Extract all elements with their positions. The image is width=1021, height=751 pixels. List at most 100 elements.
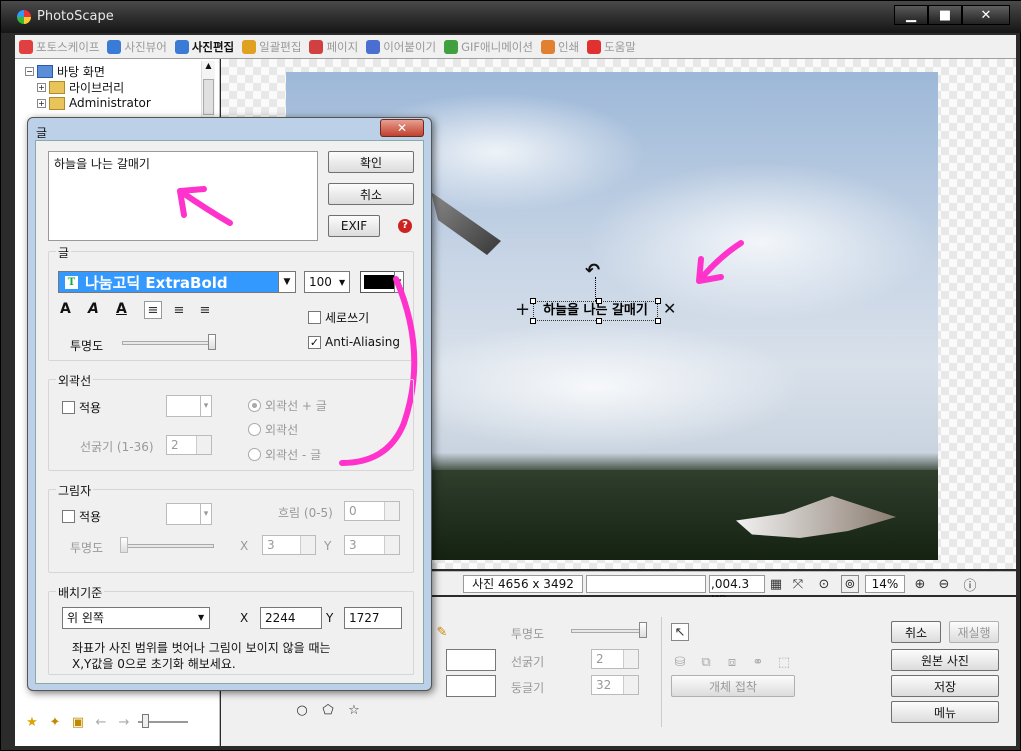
line-style-select[interactable]	[446, 649, 496, 671]
resize-handle[interactable]	[530, 318, 536, 324]
bold-button[interactable]: A	[60, 301, 71, 317]
scroll-up-icon[interactable]: ▲	[202, 61, 215, 70]
object-icon-1[interactable]: ⛁	[671, 653, 689, 671]
tab-2[interactable]: 사진편집	[171, 36, 238, 58]
text-opacity-slider[interactable]	[122, 341, 214, 345]
dialog-close-button[interactable]: ✕	[380, 119, 424, 137]
delete-object-icon[interactable]: ✕	[663, 299, 676, 318]
zoom-actual-icon[interactable]: ⊙	[815, 575, 833, 593]
forward-arrow-icon[interactable]: →	[115, 713, 133, 731]
text-input[interactable]: 하늘을 나는 갈매기	[48, 151, 318, 241]
object-icon-4[interactable]: ⚭	[749, 653, 767, 671]
zoom-in-icon[interactable]: ⊕	[911, 575, 929, 593]
italic-button[interactable]: A	[88, 301, 99, 317]
folder-search-icon[interactable]: ▣	[69, 713, 87, 731]
roundness-spinner[interactable]: 32	[591, 675, 639, 695]
tab-7[interactable]: 인쇄	[537, 36, 583, 58]
line-style-select-2[interactable]	[446, 675, 496, 697]
tab-3[interactable]: 일괄편집	[238, 36, 305, 58]
back-arrow-icon[interactable]: ←	[92, 713, 110, 731]
resize-handle[interactable]	[596, 318, 602, 324]
star-icon[interactable]: ★	[23, 713, 41, 731]
tree-item-desktop[interactable]: − 바탕 화면	[25, 63, 200, 79]
object-icon-2[interactable]: ⧉	[697, 653, 715, 671]
shadow-apply-checkbox[interactable]: 적용	[62, 508, 101, 525]
zoom-out-icon[interactable]: ⊖	[935, 575, 953, 593]
blur-spinner[interactable]: 0	[344, 501, 400, 521]
radio-outline-plus-text[interactable]: 외곽선 + 글	[248, 397, 327, 414]
expand-icon[interactable]: +	[37, 82, 46, 92]
move-handle-icon[interactable]: +	[515, 299, 530, 320]
rotate-stars-icon[interactable]: ✦	[46, 713, 64, 731]
help-icon[interactable]: ?	[398, 219, 412, 233]
tab-8[interactable]: 도움말	[583, 36, 640, 58]
radio-outline-minus-text[interactable]: 외곽선 - 글	[248, 446, 321, 463]
vertical-text-checkbox[interactable]: 세로쓰기	[308, 309, 369, 326]
dialog-cancel-button[interactable]: 취소	[328, 183, 414, 205]
position-y-input[interactable]: 1727	[344, 607, 402, 629]
shadow-color-arrow[interactable]: ▾	[200, 503, 212, 525]
zoom-fit-icon[interactable]: ⊚	[841, 575, 859, 593]
radio-outline-only[interactable]: 외곽선	[248, 421, 298, 438]
close-button[interactable]: ✕	[962, 5, 1010, 25]
info-icon[interactable]: ⓘ	[961, 575, 979, 594]
align-center-icon[interactable]: ≡	[170, 301, 188, 319]
position-x-input[interactable]: 2244	[260, 607, 322, 629]
outline-color-select[interactable]	[166, 395, 202, 417]
tree-item-administrator[interactable]: + Administrator	[25, 95, 200, 111]
thickness-spinner[interactable]: 2	[591, 649, 639, 669]
shadow-y-spinner[interactable]: 3	[344, 535, 400, 555]
scroll-thumb[interactable]	[203, 79, 214, 115]
text-opacity-thumb[interactable]	[208, 334, 216, 350]
tab-1[interactable]: 사진뷰어	[103, 36, 170, 58]
expand-icon[interactable]: +	[37, 98, 46, 108]
star-shape-icon[interactable]: ☆	[345, 701, 363, 719]
underline-button[interactable]: A	[116, 301, 127, 317]
select-arrow-icon[interactable]: ↖	[671, 623, 689, 641]
shadow-opacity-thumb[interactable]	[120, 537, 128, 553]
anti-aliasing-checkbox[interactable]: ✓ Anti-Aliasing	[308, 335, 400, 349]
cancel-button[interactable]: 취소	[891, 621, 941, 643]
rotate-handle-icon[interactable]: ↶	[585, 260, 600, 281]
align-right-icon[interactable]: ≡	[196, 301, 214, 319]
attach-object-button[interactable]: 개체 접착	[671, 675, 795, 697]
tree-scrollbar[interactable]: ▲	[201, 61, 215, 121]
redo-button[interactable]: 재실행	[949, 621, 999, 643]
minimize-button[interactable]: ▁	[894, 5, 928, 25]
ok-button[interactable]: 확인	[328, 151, 414, 173]
tab-0[interactable]: 포토스케이프	[15, 36, 103, 58]
outline-color-arrow[interactable]: ▾	[200, 395, 212, 417]
shadow-opacity-slider[interactable]	[122, 544, 214, 548]
color-dropdown-arrow[interactable]: ▾	[394, 271, 404, 293]
outline-width-spinner[interactable]: 2	[166, 435, 212, 455]
tab-6[interactable]: GIF애니메이션	[440, 36, 537, 58]
original-photo-button[interactable]: 원본 사진	[891, 649, 999, 671]
tree-item-library[interactable]: + 라이브러리	[25, 79, 200, 95]
resize-handle[interactable]	[655, 318, 661, 324]
tab-4[interactable]: 페이지	[305, 36, 362, 58]
shadow-color-select[interactable]	[166, 503, 202, 525]
object-icon-5[interactable]: ⬚	[775, 653, 793, 671]
save-button[interactable]: 저장	[891, 675, 999, 697]
exif-button[interactable]: EXIF	[328, 215, 380, 237]
maximize-button[interactable]: ■	[928, 5, 962, 25]
resize-handle[interactable]	[596, 298, 602, 304]
menu-button[interactable]: 메뉴	[891, 701, 999, 723]
resize-handle[interactable]	[655, 298, 661, 304]
outline-apply-checkbox[interactable]: 적용	[62, 399, 101, 416]
eyedropper-icon[interactable]: ✎	[433, 623, 451, 641]
resize-handle[interactable]	[530, 298, 536, 304]
circle-shape-icon[interactable]: ○	[293, 701, 311, 719]
font-select[interactable]: T 나눔고딕 ExtraBold	[58, 271, 280, 293]
opacity-slider-thumb[interactable]	[639, 622, 647, 638]
pentagon-shape-icon[interactable]: ⬠	[319, 701, 337, 719]
fit-icon[interactable]: ⤧	[789, 575, 807, 593]
shadow-x-spinner[interactable]: 3	[262, 535, 316, 555]
align-left-icon[interactable]: ≡	[144, 301, 162, 319]
thumb-size-slider[interactable]	[138, 714, 188, 728]
font-dropdown-arrow[interactable]: ▼	[278, 271, 296, 293]
anchor-select[interactable]: 위 왼쪽	[62, 607, 210, 629]
object-icon-3[interactable]: ⧈	[723, 653, 741, 671]
collapse-icon[interactable]: −	[25, 66, 34, 76]
text-color-picker[interactable]	[360, 271, 398, 293]
